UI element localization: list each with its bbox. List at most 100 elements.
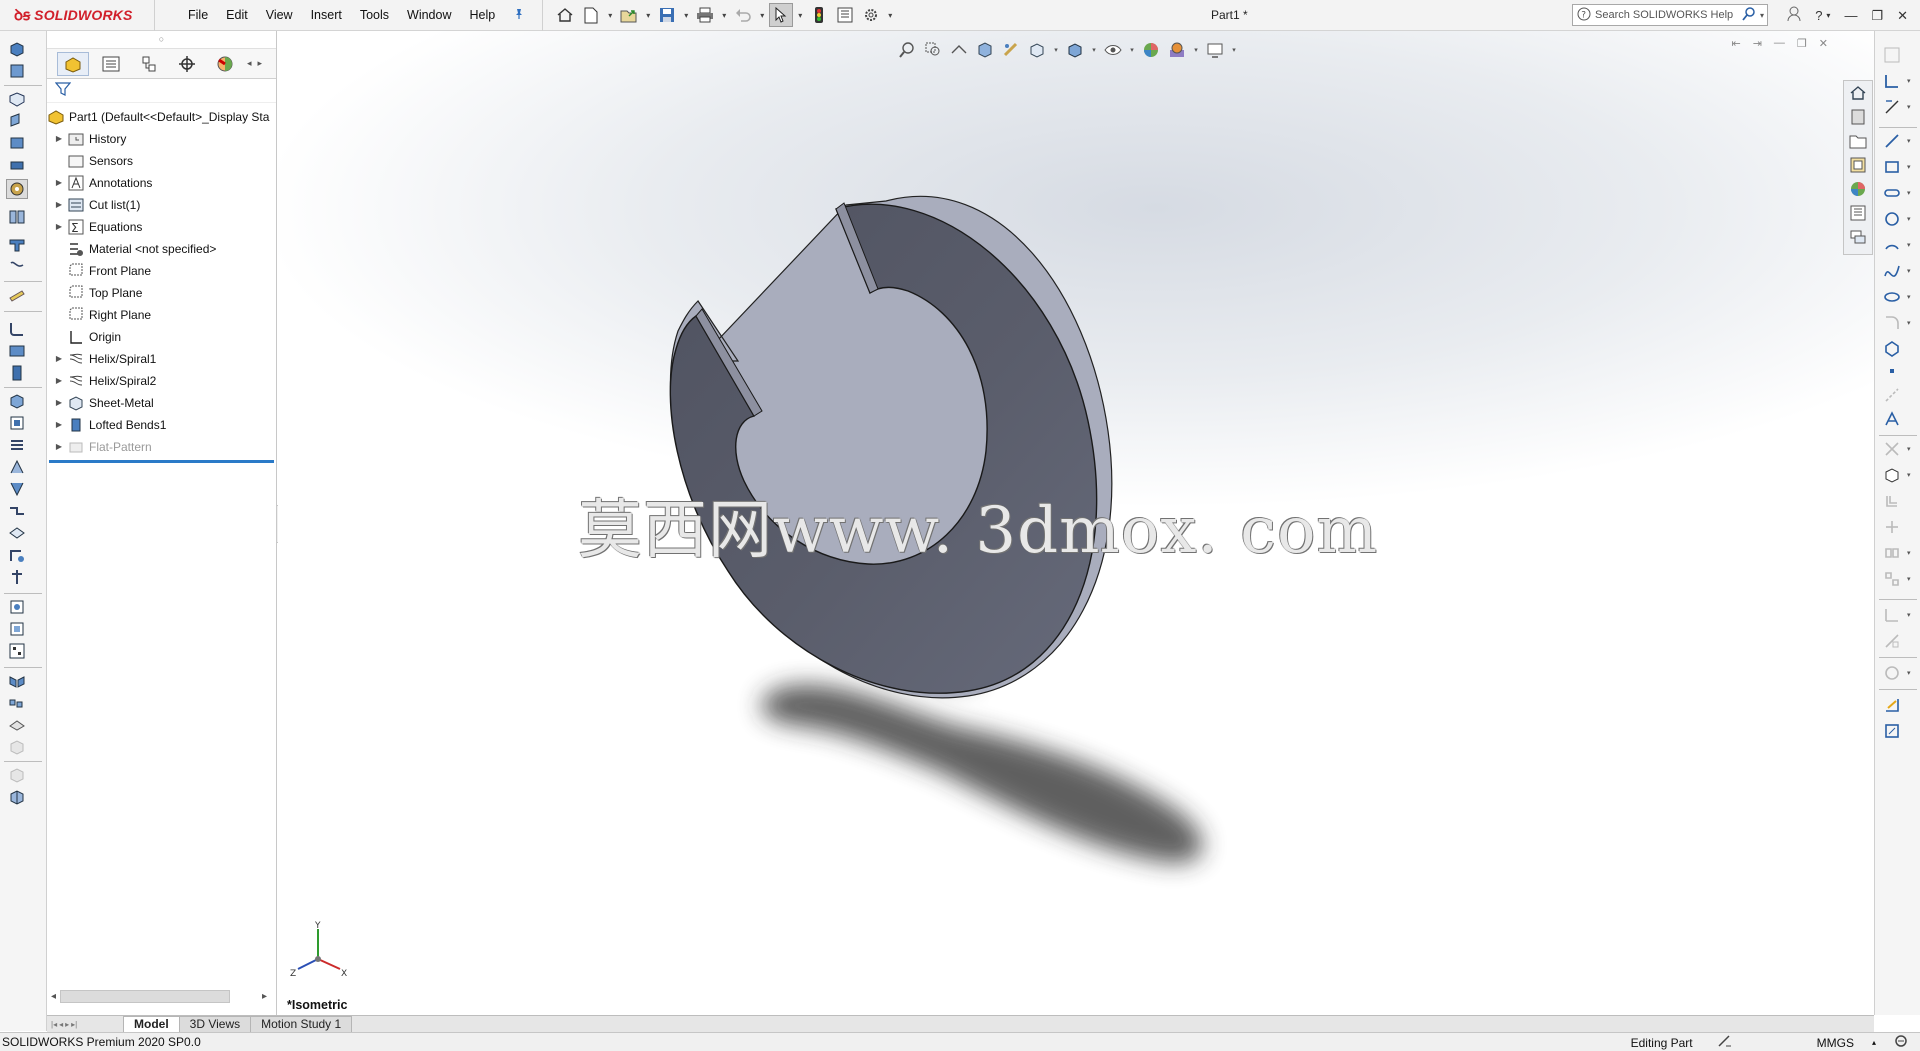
slot-icon[interactable] — [1881, 183, 1903, 203]
revolved-boss-icon[interactable] — [6, 61, 28, 81]
expand-arrow-icon[interactable]: ▶ — [53, 414, 65, 436]
convert-to-sheet-metal-icon[interactable] — [6, 363, 28, 383]
flat-pattern-toggle-icon[interactable] — [6, 715, 28, 735]
circle-icon[interactable] — [1881, 209, 1903, 229]
disabled-tool-icon[interactable] — [6, 737, 28, 757]
vent-icon[interactable] — [6, 435, 28, 455]
close-icon[interactable]: ✕ — [1897, 8, 1908, 24]
tree-item-material-not-specified[interactable]: Material <not specified> — [47, 238, 276, 260]
extruded-boss-icon[interactable] — [6, 39, 28, 59]
search-icon[interactable] — [1742, 6, 1756, 24]
repair-sketch-icon[interactable] — [1881, 663, 1903, 683]
polygon-icon[interactable] — [1881, 339, 1903, 359]
tab-model[interactable]: Model — [123, 1016, 180, 1032]
home-icon[interactable] — [553, 3, 577, 27]
expand-arrow-icon[interactable]: ▶ — [53, 172, 65, 194]
expand-arrow-icon[interactable]: ▶ — [53, 216, 65, 238]
rollback-bar[interactable] — [49, 460, 274, 463]
forum-icon[interactable] — [1844, 225, 1872, 249]
slot-dropdown-icon[interactable]: ▾ — [1907, 189, 1911, 197]
text-icon[interactable] — [1881, 409, 1903, 429]
tree-root-part[interactable]: Part1 (Default<<Default>_Display Sta — [47, 106, 276, 128]
display-relations-icon[interactable] — [1881, 631, 1903, 651]
insert-bends-icon[interactable] — [6, 319, 28, 339]
scroll-left-icon[interactable]: ◂ — [51, 991, 56, 1002]
tabs-scroll-right-icon[interactable]: ▸ — [258, 58, 263, 69]
undo-dropdown-icon[interactable]: ▾ — [757, 11, 767, 20]
jog-icon[interactable] — [6, 501, 28, 521]
new-dropdown-icon[interactable]: ▾ — [605, 11, 615, 20]
mirror-icon[interactable] — [6, 671, 28, 691]
tree-item-helix-spiral1[interactable]: ▶ Helix/Spiral1 — [47, 348, 276, 370]
solidworks-resources-icon[interactable] — [1844, 81, 1872, 105]
dimxpert-manager-tab[interactable] — [171, 52, 203, 76]
tree-item-helix-spiral2[interactable]: ▶ Helix/Spiral2 — [47, 370, 276, 392]
rebuild-status-icon[interactable] — [1705, 1034, 1745, 1051]
tree-item-front-plane[interactable]: Front Plane — [47, 260, 276, 282]
expand-arrow-icon[interactable]: ▶ — [53, 370, 65, 392]
menu-help[interactable]: Help — [461, 0, 505, 31]
menu-insert[interactable]: Insert — [302, 0, 351, 31]
move-dropdown-icon[interactable]: ▾ — [1907, 611, 1911, 619]
scroll-right-icon[interactable]: ▸ — [262, 991, 275, 1002]
spline-dropdown-icon[interactable]: ▾ — [1907, 267, 1911, 275]
normal-cut-icon[interactable] — [6, 641, 28, 661]
select-dropdown-icon[interactable]: ▾ — [795, 11, 805, 20]
sheet-metal-gusset-icon[interactable] — [6, 597, 28, 617]
new-document-icon[interactable] — [579, 3, 603, 27]
menu-file[interactable]: File — [179, 0, 217, 31]
rebuild-traffic-light-icon[interactable] — [807, 3, 831, 27]
welded-corner-icon[interactable] — [6, 567, 28, 587]
hem-icon[interactable] — [6, 155, 28, 175]
smart-dimension-icon[interactable] — [1881, 97, 1903, 117]
tree-item-cut-list-1[interactable]: ▶ Cut list(1) — [47, 194, 276, 216]
quick-snaps-icon[interactable] — [1881, 695, 1903, 715]
menu-edit[interactable]: Edit — [217, 0, 257, 31]
base-flange-icon[interactable] — [6, 89, 28, 109]
tree-filter[interactable] — [47, 79, 276, 103]
flatten-icon[interactable] — [6, 207, 28, 227]
filter-funnel-icon[interactable] — [54, 81, 72, 100]
property-manager-tab[interactable] — [95, 52, 127, 76]
file-properties-icon[interactable] — [833, 3, 857, 27]
expand-arrow-icon[interactable]: ▶ — [53, 348, 65, 370]
linear-pattern-icon[interactable] — [6, 693, 28, 713]
print-dropdown-icon[interactable]: ▾ — [719, 11, 729, 20]
fold-icon[interactable] — [6, 479, 28, 499]
select-pointer-icon[interactable] — [769, 3, 794, 27]
display-manager-tab[interactable] — [209, 52, 241, 76]
circle-dropdown-icon[interactable]: ▾ — [1907, 215, 1911, 223]
dimension-dropdown-icon[interactable]: ▾ — [1907, 103, 1911, 111]
user-account-icon[interactable] — [1787, 6, 1801, 25]
centerline-icon[interactable] — [1881, 385, 1903, 405]
pattern-dropdown-icon[interactable]: ▾ — [1907, 575, 1911, 583]
sketch-icon[interactable] — [1881, 71, 1903, 91]
unit-system-dropdown-icon[interactable]: ▴ — [1866, 1038, 1882, 1047]
mirror-entities-icon[interactable] — [1881, 543, 1903, 563]
tree-item-sheet-metal[interactable]: ▶ Sheet-Metal — [47, 392, 276, 414]
tab-and-slot-icon[interactable] — [6, 619, 28, 639]
ellipse-icon[interactable] — [1881, 287, 1903, 307]
trim-dropdown-icon[interactable]: ▾ — [1907, 445, 1911, 453]
menu-window[interactable]: Window — [398, 0, 460, 31]
options-dropdown-icon[interactable]: ▾ — [885, 11, 895, 20]
arc-icon[interactable] — [1881, 235, 1903, 255]
tree-item-right-plane[interactable]: Right Plane — [47, 304, 276, 326]
offset-entities-icon[interactable] — [1881, 491, 1903, 511]
minimize-icon[interactable]: — — [1844, 8, 1857, 23]
rip-icon[interactable] — [6, 341, 28, 361]
feature-manager-tab[interactable] — [57, 51, 89, 76]
edge-flange-icon[interactable] — [6, 111, 28, 131]
help-icon[interactable]: ? — [1815, 8, 1822, 23]
tree-item-annotations[interactable]: ▶ Annotations — [47, 172, 276, 194]
unfold-icon[interactable] — [6, 457, 28, 477]
linear-sketch-pattern-icon[interactable] — [1881, 569, 1903, 589]
options-gear-icon[interactable] — [859, 3, 883, 27]
rapid-sketch-icon[interactable] — [1881, 721, 1903, 741]
tree-item-sensors[interactable]: Sensors — [47, 150, 276, 172]
tabs-scroll-left-icon[interactable]: ◂ — [247, 58, 252, 69]
line-dropdown-icon[interactable]: ▾ — [1907, 137, 1911, 145]
pin-menu-icon[interactable] — [504, 8, 534, 23]
extruded-cut-icon[interactable] — [6, 391, 28, 411]
menu-tools[interactable]: Tools — [351, 0, 398, 31]
